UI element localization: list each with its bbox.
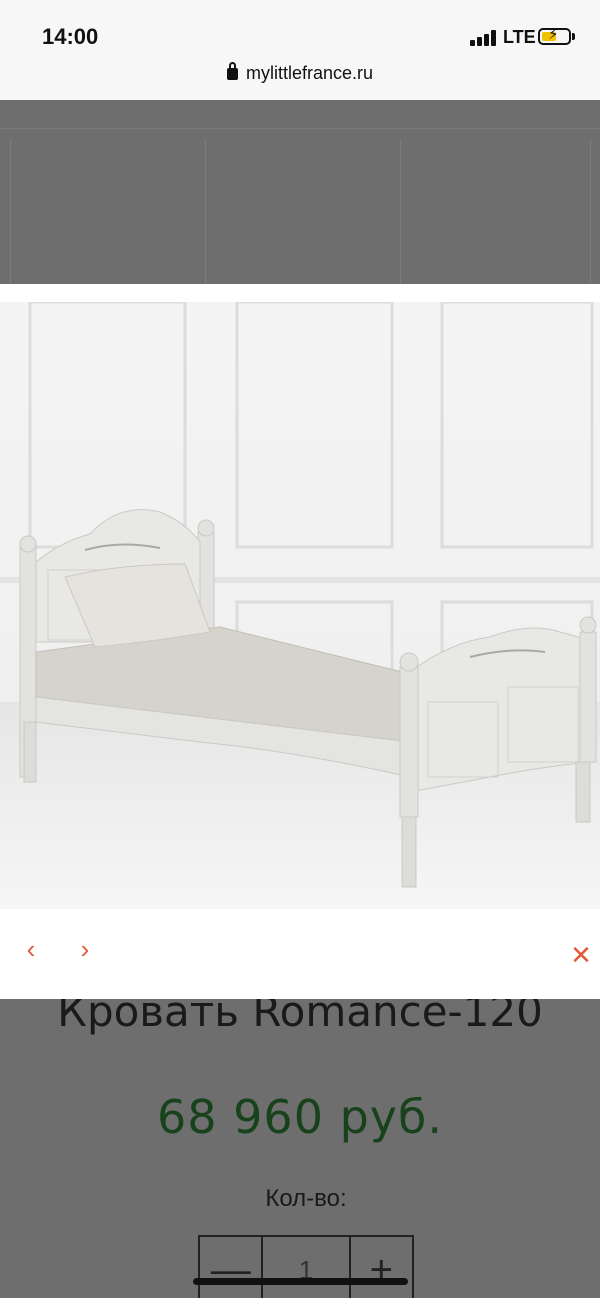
network-type: LTE xyxy=(503,27,536,47)
quantity-label: Кол-во: xyxy=(265,1185,347,1212)
signal-icon xyxy=(470,30,498,46)
url-text: mylittlefrance.ru xyxy=(245,63,374,83)
quantity-decrease-button[interactable]: — xyxy=(200,1237,264,1298)
bed-image xyxy=(0,302,600,909)
chevron-right-icon: › xyxy=(80,934,90,964)
product-photo xyxy=(0,302,600,909)
lock-icon xyxy=(226,62,238,80)
quantity-increase-button[interactable]: + xyxy=(351,1237,412,1298)
chevron-left-icon: ‹ xyxy=(26,934,36,964)
image-lightbox: ‹ › ✕ xyxy=(0,284,600,999)
background-banner xyxy=(0,128,600,284)
status-bar: 14:00 LTE ⚡ mylittlefrance.ru xyxy=(0,0,600,100)
next-image-button[interactable]: › xyxy=(70,934,100,964)
close-lightbox-button[interactable]: ✕ xyxy=(566,940,596,970)
home-indicator[interactable] xyxy=(193,1278,408,1285)
product-price: 68 960 руб. xyxy=(157,1090,443,1144)
battery-icon: ⚡ xyxy=(538,27,571,45)
clock: 14:00 xyxy=(42,24,99,49)
battery-tip xyxy=(572,33,575,40)
close-icon: ✕ xyxy=(570,940,592,970)
quantity-stepper: — 1 + xyxy=(198,1235,414,1298)
prev-image-button[interactable]: ‹ xyxy=(16,934,46,964)
quantity-input[interactable]: 1 xyxy=(263,1237,351,1298)
address-bar[interactable]: mylittlefrance.ru xyxy=(0,62,600,84)
